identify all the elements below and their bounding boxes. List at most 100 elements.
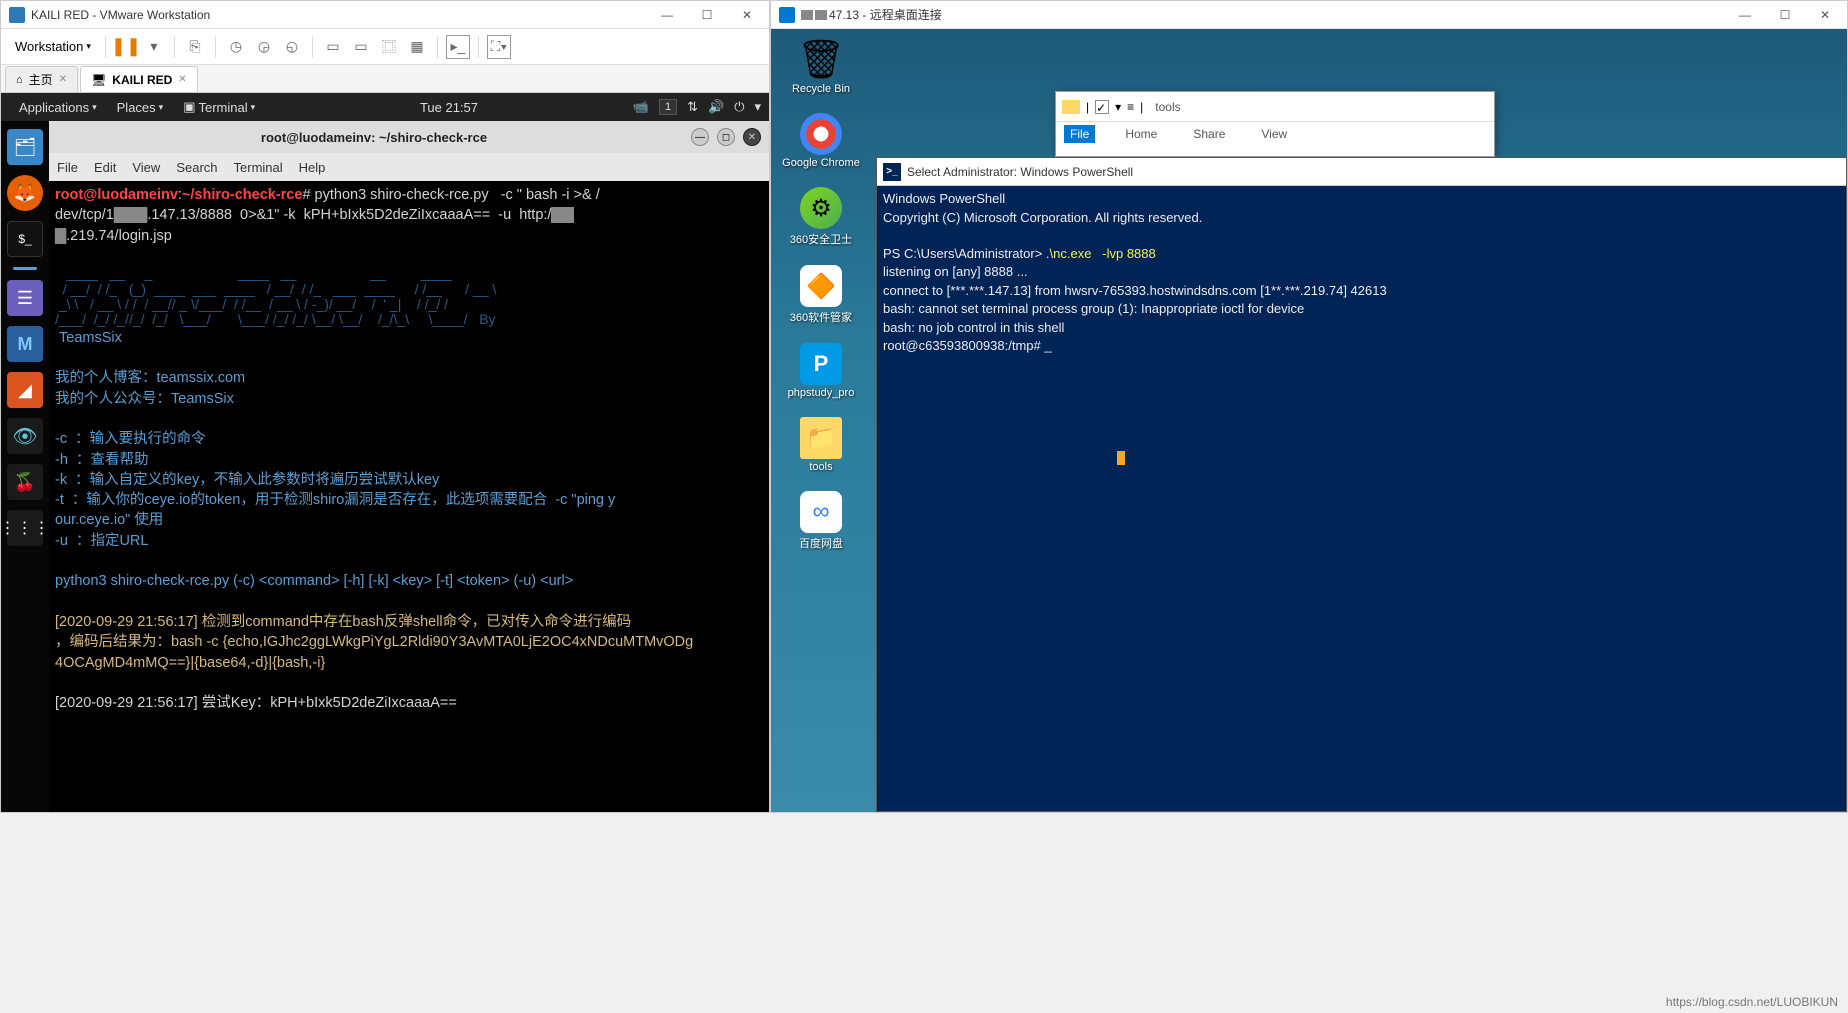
redacted-icon [801,10,813,20]
divider: | [1086,100,1089,114]
tab-home-label: 主页 [29,71,53,88]
send-ctrl-alt-del-icon[interactable]: ⎘ [183,35,207,59]
clock[interactable]: Tue 21:57 [408,100,490,115]
kali-desktop: Applications Places ▣ Terminal Tue 21:57… [1,93,769,812]
menu-search[interactable]: Search [176,160,217,175]
view-tabs-icon[interactable]: ▭ [349,35,373,59]
terminal-maximize[interactable]: ◻ [717,128,735,146]
explorer-ribbon: File Home Share View [1056,122,1494,146]
thumbnail-icon[interactable]: ▦ [405,35,429,59]
explorer-window[interactable]: | ✓ ▾ ≡ | tools File Home Share View [1055,91,1495,157]
camera-icon[interactable]: 📹 [633,99,649,115]
phpstudy-icon[interactable]: P phpstudy_pro [781,343,861,399]
places-menu[interactable]: Places [107,100,174,115]
chrome-icon[interactable]: Google Chrome [781,113,861,169]
ribbon-view[interactable]: View [1255,125,1293,143]
workspace-indicator[interactable]: 1 [659,99,677,115]
close-button[interactable]: ✕ [1811,5,1839,25]
menu-chevron-icon[interactable]: ▾ [754,99,761,115]
vmware-title: KAILI RED - VMware Workstation [31,8,653,22]
powershell-body[interactable]: Windows PowerShell Copyright (C) Microso… [877,186,1846,811]
minimize-button[interactable]: — [653,5,681,25]
terminal-window: root@luodameinv: ~/shiro-check-rce — ◻ ✕… [49,121,769,812]
burp-icon[interactable]: ◢ [7,372,43,408]
ribbon-share[interactable]: Share [1187,125,1231,143]
360-safe-icon[interactable]: ⚙ 360安全卫士 [781,187,861,247]
eye-icon[interactable]: 👁 [7,418,43,454]
kali-dock: 🗂 🦊 $_ ☰ M ◢ 👁 🍒 ⋮⋮⋮ [1,121,49,812]
menu-edit[interactable]: Edit [94,160,116,175]
terminal-icon[interactable]: $_ [7,221,43,257]
down-arrow-icon[interactable]: ▾ [1115,100,1121,114]
maximize-button[interactable]: ☐ [1771,5,1799,25]
menu-terminal[interactable]: Terminal [234,160,283,175]
powershell-titlebar[interactable]: >_ Select Administrator: Windows PowerSh… [877,158,1846,186]
360-soft-icon[interactable]: 🔶 360软件管家 [781,265,861,325]
rdp-title: 47.13 - 远程桌面连接 [829,6,1731,23]
fullscreen-icon[interactable]: ⛶▾ [487,35,511,59]
close-icon[interactable]: ✕ [178,74,186,85]
redacted-icon [815,10,827,20]
recycle-bin-icon[interactable]: 🗑 Recycle Bin [781,39,861,95]
rdp-window: 47.13 - 远程桌面连接 — ☐ ✕ 🗑 Recycle Bin Googl… [770,0,1848,813]
close-button[interactable]: ✕ [733,5,761,25]
baidu-disk-icon[interactable]: ∞ 百度网盘 [781,491,861,551]
vmware-icon [9,7,25,23]
vmware-titlebar[interactable]: KAILI RED - VMware Workstation — ☐ ✕ [1,1,769,29]
text-cursor [1117,451,1125,465]
powershell-title: Select Administrator: Windows PowerShell [907,165,1840,179]
vmware-toolbar: Workstation ❚❚ ▾ ⎘ ◷ ◶ ◵ ▭ ▭ ⿴ ▦ ▸_ ⛶▾ [1,29,769,65]
applications-menu[interactable]: Applications [9,100,107,115]
cursor: _ [1044,338,1051,353]
volume-icon[interactable]: 🔊 [708,99,724,115]
vmware-tabs: ⌂ 主页 ✕ 🖥 KAILI RED ✕ [1,65,769,93]
power-dropdown-icon[interactable]: ▾ [142,35,166,59]
ribbon-home[interactable]: Home [1119,125,1163,143]
minimize-button[interactable]: — [1731,5,1759,25]
tab-home[interactable]: ⌂ 主页 ✕ [5,66,78,92]
files-icon[interactable]: 🗂 [7,129,43,165]
unity-icon[interactable]: ⿴ [377,35,401,59]
view-console-icon[interactable]: ▭ [321,35,345,59]
divider: | [1140,100,1143,114]
power-icon[interactable]: ⏻ [734,99,744,115]
notes-icon[interactable]: ☰ [7,280,43,316]
console-view-icon[interactable]: ▸_ [446,35,470,59]
snapshot-icon[interactable]: ◷ [224,35,248,59]
pause-icon[interactable]: ❚❚ [114,35,138,59]
checkbox-icon[interactable]: ✓ [1095,100,1109,114]
vmware-window: KAILI RED - VMware Workstation — ☐ ✕ Wor… [0,0,770,813]
workstation-menu[interactable]: Workstation [9,35,97,58]
snapshot-manager-icon[interactable]: ◵ [280,35,304,59]
ribbon-file[interactable]: File [1064,125,1095,143]
rdp-icon [779,7,795,23]
powershell-icon: >_ [883,163,901,181]
explorer-quickaccess: | ✓ ▾ ≡ | tools [1056,92,1494,122]
snapshot-revert-icon[interactable]: ◶ [252,35,276,59]
menu-help[interactable]: Help [299,160,326,175]
cherrytree-icon[interactable]: 🍒 [7,464,43,500]
windows-desktop[interactable]: 🗑 Recycle Bin Google Chrome ⚙ 360安全卫士 🔶 … [771,29,1847,812]
powershell-window: >_ Select Administrator: Windows PowerSh… [876,157,1847,812]
close-icon[interactable]: ✕ [59,74,67,85]
rdp-titlebar[interactable]: 47.13 - 远程桌面连接 — ☐ ✕ [771,1,1847,29]
metasploit-icon[interactable]: M [7,326,43,362]
maximize-button[interactable]: ☐ [693,5,721,25]
terminal-title: root@luodameinv: ~/shiro-check-rce [57,130,691,145]
menu-view[interactable]: View [132,160,160,175]
equals-icon[interactable]: ≡ [1127,100,1134,114]
tools-folder-icon[interactable]: 📁 tools [781,417,861,473]
network-icon[interactable]: ⇅ [687,99,698,115]
terminal-menu[interactable]: ▣ Terminal [173,99,265,115]
folder-icon[interactable] [1062,100,1080,114]
terminal-close[interactable]: ✕ [743,128,761,146]
show-apps-icon[interactable]: ⋮⋮⋮ [7,510,43,546]
menu-file[interactable]: File [57,160,78,175]
tab-kaili-red[interactable]: 🖥 KAILI RED ✕ [80,66,198,92]
terminal-minimize[interactable]: — [691,128,709,146]
firefox-icon[interactable]: 🦊 [7,175,43,211]
terminal-body[interactable]: root@luodameinv:~/shiro-check-rce# pytho… [49,181,769,812]
terminal-titlebar[interactable]: root@luodameinv: ~/shiro-check-rce — ◻ ✕ [49,121,769,153]
vm-icon: 🖥 [91,73,106,87]
watermark: https://blog.csdn.net/LUOBIKUN [1666,995,1838,1009]
